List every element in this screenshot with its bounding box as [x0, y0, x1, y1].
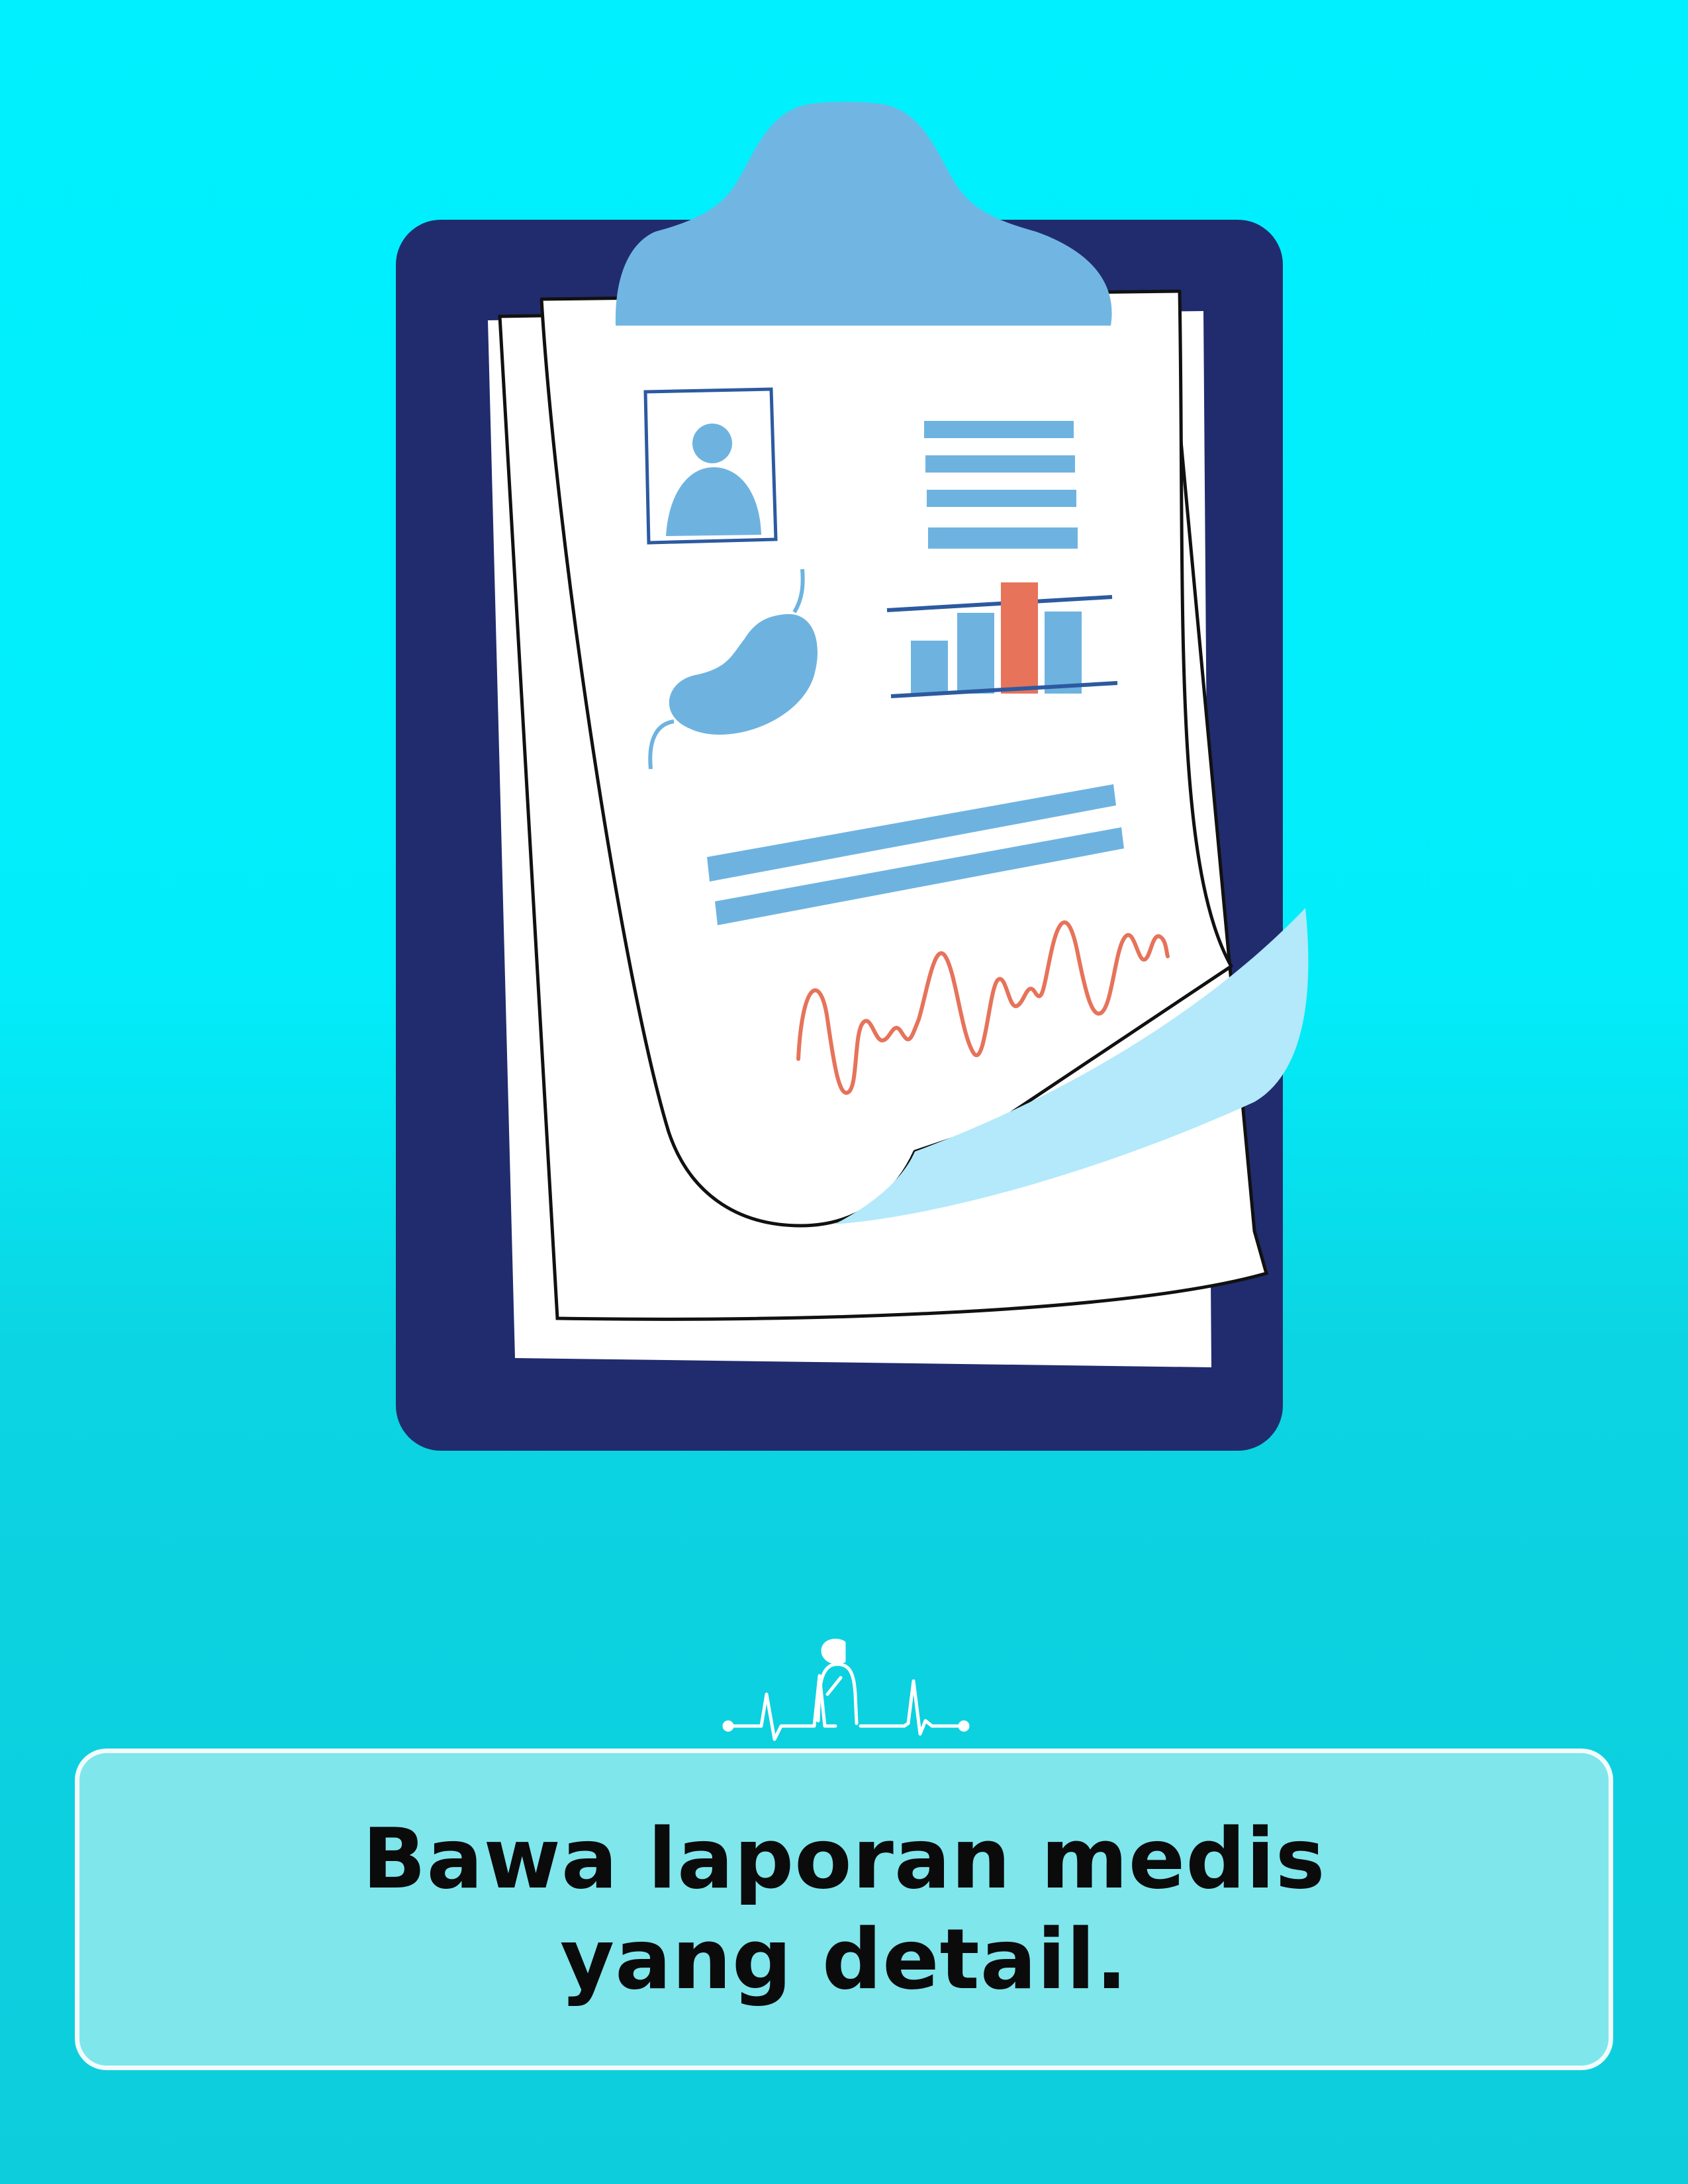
caption-box: Bawa laporan medis yang detail. — [75, 1749, 1613, 2070]
bar-3 — [1001, 582, 1038, 694]
caption-text: Bawa laporan medis yang detail. — [362, 1810, 1326, 2008]
clipboard-clip — [615, 102, 1112, 326]
patient-photo-icon — [643, 387, 778, 545]
heartbeat-person-logo — [722, 1639, 970, 1741]
bar-2 — [957, 613, 994, 694]
bar-4 — [1045, 612, 1082, 694]
bar-1 — [911, 641, 948, 694]
